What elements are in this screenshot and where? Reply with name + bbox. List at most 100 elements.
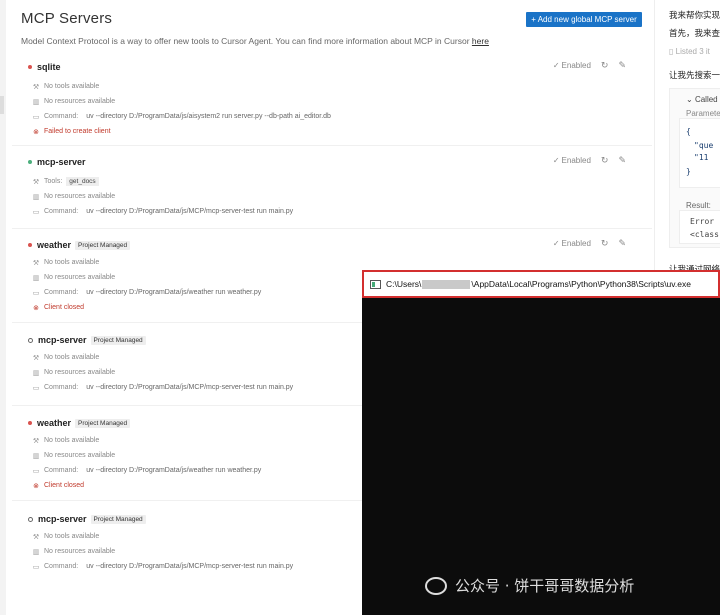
listed-items[interactable]: ▯ Listed 3 it	[669, 47, 710, 56]
error-text: Client closed	[44, 304, 85, 311]
description-text: Model Context Protocol is a way to offer…	[21, 36, 470, 46]
server-name: weather	[37, 418, 72, 428]
server-name: weather	[37, 240, 72, 250]
code-line: {	[686, 127, 691, 136]
project-managed-badge: Project Managed	[90, 514, 146, 524]
server-card-sqlite: sqlite ✓ Enabled ↻ ✎ ⚒ No tools available…	[28, 60, 638, 139]
command-label: Command:	[44, 384, 79, 391]
status-dot	[28, 337, 33, 343]
more-info-link[interactable]: here	[472, 36, 489, 46]
command-text: uv --directory D:/ProgramData/js/weather…	[86, 289, 262, 296]
code-line: "que	[694, 141, 714, 150]
error-icon: ⊗	[33, 304, 39, 312]
command-text: uv --directory D:/ProgramData/js/weather…	[86, 467, 262, 474]
server-card-mcp-server: mcp-server ✓ Enabled ↻ ✎ ⚒ Tools: get_docs…	[28, 155, 638, 219]
tools-text: No tools available	[44, 533, 100, 540]
command-label: Command:	[44, 208, 79, 215]
chat-line: 我来帮你实现	[669, 10, 720, 20]
tools-label: Tools:	[44, 178, 63, 185]
tools-icon: ⚒	[32, 437, 40, 445]
resources-icon: ▥	[32, 452, 40, 460]
check-icon: ✓	[552, 239, 560, 248]
refresh-icon[interactable]: ↻	[601, 155, 609, 166]
called-mcp-label: ⌄ Called MC	[686, 95, 720, 104]
command-label: Command:	[44, 467, 79, 474]
path-prefix: C:\Users\	[386, 279, 422, 289]
project-managed-badge: Project Managed	[75, 240, 131, 250]
edit-icon[interactable]: ✎	[618, 155, 626, 166]
refresh-icon[interactable]: ↻	[601, 238, 609, 249]
result-code: Error - <class	[679, 210, 720, 244]
enabled-toggle[interactable]: Enabled	[562, 239, 591, 248]
resources-icon: ▥	[32, 98, 40, 106]
path-suffix: \AppData\Local\Programs\Python\Python38\…	[471, 279, 691, 289]
tools-text: No tools available	[44, 83, 100, 90]
page-description: Model Context Protocol is a way to offer…	[21, 36, 489, 46]
watermark-text: 公众号 · 饼干哥哥数据分析	[455, 577, 635, 595]
tools-icon: ⚒	[32, 83, 40, 91]
terminal-window[interactable]: C:\Users\ \AppData\Local\Programs\Python…	[362, 270, 720, 615]
server-name: mcp-server	[38, 335, 87, 345]
tools-icon: ⚒	[32, 533, 40, 541]
edit-icon[interactable]: ✎	[618, 60, 626, 71]
command-text: uv --directory D:/ProgramData/js/MCP/mcp…	[86, 384, 294, 391]
enabled-toggle[interactable]: Enabled	[562, 156, 591, 165]
resources-text: No resources available	[44, 274, 116, 281]
gutter-marker	[0, 96, 4, 114]
code-line: Error -	[690, 217, 720, 226]
command-label: Command:	[44, 113, 79, 120]
watermark: 公众号 · 饼干哥哥数据分析	[425, 575, 634, 596]
parameters-label: Paramete	[686, 109, 720, 118]
check-icon: ✓	[552, 156, 560, 165]
tools-text: No tools available	[44, 259, 100, 266]
file-icon: ▯	[669, 47, 676, 56]
status-dot	[28, 160, 32, 164]
tools-icon: ⚒	[32, 354, 40, 362]
parameters-code: { "que "11 }	[679, 118, 720, 188]
resources-icon: ▥	[32, 369, 40, 377]
resources-text: No resources available	[44, 369, 116, 376]
terminal-icon: ▭	[32, 208, 40, 216]
refresh-icon[interactable]: ↻	[601, 60, 609, 71]
error-icon: ⊗	[33, 128, 39, 136]
code-line: "11	[694, 153, 709, 162]
server-name: mcp-server	[37, 157, 86, 167]
chat-line: 首先，我来查	[669, 28, 720, 38]
redacted-username	[422, 279, 471, 289]
error-text: Failed to create client	[44, 128, 111, 135]
divider	[12, 145, 652, 146]
terminal-icon: ▭	[32, 113, 40, 121]
status-dot	[28, 65, 32, 69]
terminal-title: C:\Users\ \AppData\Local\Programs\Python…	[386, 279, 691, 289]
resources-text: No resources available	[44, 98, 116, 105]
tool-chip[interactable]: get_docs	[66, 177, 99, 186]
edit-icon[interactable]: ✎	[618, 238, 626, 249]
project-managed-badge: Project Managed	[90, 335, 146, 345]
resources-icon: ▥	[32, 193, 40, 201]
resources-icon: ▥	[32, 548, 40, 556]
status-dot	[28, 516, 33, 522]
code-line: }	[686, 167, 691, 176]
command-text: uv --directory D:/ProgramData/js/MCP/mcp…	[86, 563, 294, 570]
status-dot	[28, 421, 32, 425]
divider	[12, 228, 652, 229]
resources-text: No resources available	[44, 193, 116, 200]
resources-text: No resources available	[44, 548, 116, 555]
console-icon	[370, 279, 381, 289]
resources-icon: ▥	[32, 274, 40, 282]
page-title: MCP Servers	[21, 10, 113, 27]
command-label: Command:	[44, 289, 79, 296]
code-line: <class	[690, 230, 719, 239]
command-text: uv --directory D:/ProgramData/js/MCP/mcp…	[86, 208, 294, 215]
error-text: Client closed	[44, 482, 85, 489]
terminal-title-bar[interactable]: C:\Users\ \AppData\Local\Programs\Python…	[362, 270, 720, 298]
wechat-icon	[425, 576, 447, 595]
called-text: Called MC	[694, 95, 720, 104]
chevron-down-icon: ⌄	[686, 95, 695, 104]
terminal-icon: ▭	[32, 467, 40, 475]
enabled-toggle[interactable]: Enabled	[562, 61, 591, 70]
tools-text: No tools available	[44, 354, 100, 361]
add-global-mcp-server-button[interactable]: + Add new global MCP server	[526, 12, 642, 27]
tools-icon: ⚒	[32, 178, 40, 186]
resources-text: No resources available	[44, 452, 116, 459]
